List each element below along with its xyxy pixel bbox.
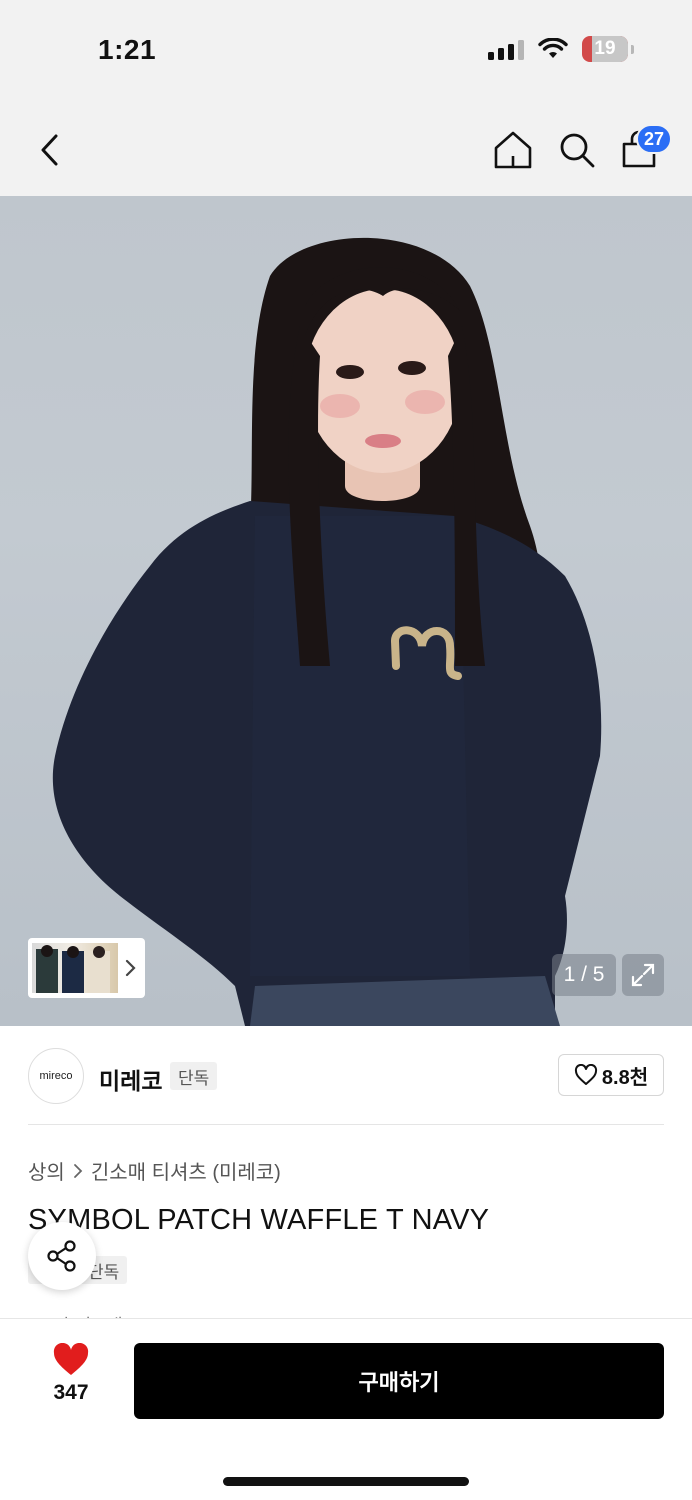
battery-tip <box>631 44 634 54</box>
battery-icon: 19 <box>582 36 628 62</box>
buy-button[interactable]: 구매하기 <box>134 1343 664 1419</box>
search-icon[interactable] <box>556 128 598 172</box>
signal-icon <box>488 38 524 60</box>
brand-row: mireco 미레코 단독 8.8천 <box>28 1046 664 1106</box>
status-icons: 19 <box>488 36 634 62</box>
brand-exclusive-tag: 단독 <box>170 1062 218 1090</box>
brand-name[interactable]: 미레코 <box>99 1062 162 1096</box>
brand-like-count: 8.8천 <box>601 1066 649 1089</box>
expand-icon <box>631 963 655 987</box>
divider <box>28 1124 664 1125</box>
breadcrumb: 상의 긴소매 티셔츠 (미레코) <box>28 1156 281 1185</box>
wishlist-count: 347 <box>53 1381 89 1404</box>
expand-image-button[interactable] <box>622 954 664 996</box>
back-chevron-icon[interactable] <box>30 128 70 172</box>
brand-like-button[interactable]: 8.8천 <box>558 1054 664 1096</box>
wifi-icon <box>538 38 568 58</box>
bottom-action-bar: 347 구매하기 <box>0 1318 692 1500</box>
top-nav-bar <box>0 100 692 196</box>
breadcrumb-item-subcategory[interactable]: 긴소매 티셔츠 (미레코) <box>91 1156 281 1185</box>
chevron-right-icon <box>125 959 136 977</box>
chevron-right-icon <box>73 1163 83 1178</box>
status-bar: 1:21 19 <box>0 0 692 100</box>
share-button[interactable] <box>28 1222 96 1290</box>
brand-logo[interactable]: mireco <box>28 1048 84 1104</box>
image-page-counter: 1 / 5 <box>552 954 616 996</box>
product-photo <box>52 237 602 1026</box>
product-image-gallery[interactable]: 1 / 5 <box>0 196 692 1026</box>
battery-level: 19 <box>594 38 616 59</box>
product-title: SYMBOL PATCH WAFFLE T NAVY <box>28 1204 490 1236</box>
wishlist-button[interactable]: 347 <box>40 1343 102 1405</box>
breadcrumb-item-category[interactable]: 상의 <box>28 1156 65 1185</box>
status-time: 1:21 <box>98 34 157 65</box>
heart-filled-icon <box>53 1343 89 1375</box>
cart-count-badge: 27 <box>636 124 673 154</box>
thumbnail-images <box>32 943 118 993</box>
share-icon <box>47 1240 76 1272</box>
home-indicator[interactable] <box>223 1477 469 1486</box>
heart-outline-icon <box>574 1064 597 1085</box>
thumbnail-strip-button[interactable] <box>28 938 145 998</box>
home-icon[interactable] <box>492 128 534 172</box>
